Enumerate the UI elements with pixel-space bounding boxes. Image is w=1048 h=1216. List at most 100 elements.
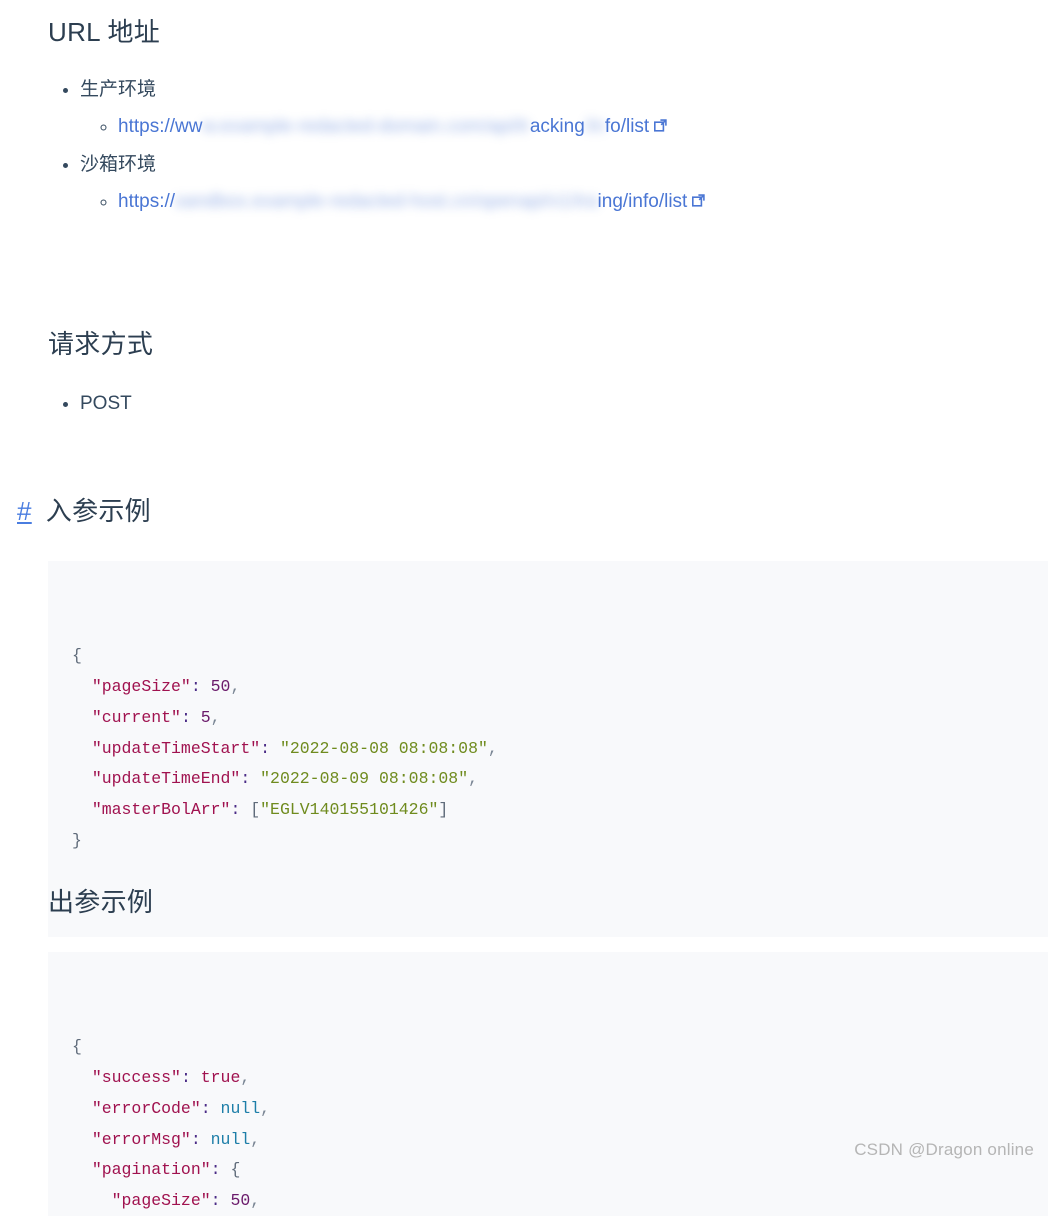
code-token: 50 xyxy=(230,1190,251,1210)
code-token: { xyxy=(72,646,82,666)
code-line: } xyxy=(72,826,1048,857)
code-token: "pagination" xyxy=(91,1160,211,1180)
code-token: null xyxy=(220,1098,261,1118)
code-token: "current" xyxy=(91,707,181,727)
code-token: "EGLV140155101426" xyxy=(260,799,439,819)
code-token: "updateTimeStart" xyxy=(91,738,261,758)
url-redacted-mid: api/v1/ xyxy=(519,191,576,212)
url-head: https:// xyxy=(118,190,176,212)
method-label: POST xyxy=(80,393,132,414)
section-heading-url: URL 地址 xyxy=(48,17,161,47)
code-token: } xyxy=(72,830,82,850)
list-item-production-env: 生产环境 https://www.example-redacted-domain… xyxy=(80,80,1008,137)
code-token: "errorCode" xyxy=(91,1098,201,1118)
list-item: https://www.example-redacted-domain.com/… xyxy=(118,115,1008,137)
code-token: : xyxy=(240,769,251,789)
code-token: , xyxy=(210,707,221,727)
code-token: "2022-08-09 08:08:08" xyxy=(260,769,469,789)
code-token: true xyxy=(200,1068,241,1088)
code-token: , xyxy=(468,769,478,789)
url-redacted-segment-2: tra xyxy=(575,191,598,212)
code-line: "success": true, xyxy=(72,1063,1048,1094)
response-example-code-block: { "success": true, "errorCode": null, "e… xyxy=(48,952,1048,1216)
code-token: "success" xyxy=(91,1068,181,1088)
code-token: , xyxy=(250,1190,261,1210)
production-url-list: https://www.example-redacted-domain.com/… xyxy=(80,115,1008,137)
request-json-code: { "pageSize": 50, "current": 5, "updateT… xyxy=(72,641,1048,856)
production-url-link[interactable]: https://www.example-redacted-domain.com/… xyxy=(118,115,667,137)
code-line: "updateTimeEnd": "2022-08-09 08:08:08", xyxy=(72,764,1048,795)
code-token: , xyxy=(260,1098,271,1118)
code-token: : xyxy=(180,707,191,727)
code-line: "errorCode": null, xyxy=(72,1094,1048,1125)
code-line: "current": 5, xyxy=(72,703,1048,734)
heading-text: 入参示例 xyxy=(45,496,151,526)
code-line: "masterBolArr": ["EGLV140155101426"] xyxy=(72,795,1048,826)
production-env-label: 生产环境 xyxy=(80,79,157,100)
response-json-code: { "success": true, "errorCode": null, "e… xyxy=(72,1032,1048,1216)
url-redacted-segment: sandbox.example-redacted-host.cn/open xyxy=(175,191,520,212)
url-tail: ing/info/list xyxy=(597,190,688,212)
code-line: "pagination": { xyxy=(72,1155,1048,1186)
list-item-method: POST xyxy=(80,394,648,414)
list-item: https://sandbox.example-redacted-host.cn… xyxy=(118,190,1008,212)
method-list-container: POST xyxy=(48,394,648,414)
code-token: 5 xyxy=(200,707,211,727)
code-token: : xyxy=(260,738,271,758)
section-heading-request-example: # 入参示例 xyxy=(17,495,151,529)
section-heading-request-method: 请求方式 xyxy=(48,329,154,359)
code-token: , xyxy=(487,738,498,758)
url-mid: acking xyxy=(529,115,585,137)
code-token: { xyxy=(230,1160,241,1180)
url-redacted-segment: w.example-redacted-domain.com/api/tr xyxy=(202,116,530,137)
section-heading-response-example: 出参示例 xyxy=(48,887,154,917)
url-redacted-segment-2: /in xyxy=(584,116,605,137)
code-token: : xyxy=(210,1190,221,1210)
code-token: : xyxy=(210,1160,221,1180)
external-link-icon xyxy=(692,194,706,207)
request-example-code-block: { "pageSize": 50, "current": 5, "updateT… xyxy=(48,561,1048,937)
external-link-icon xyxy=(654,119,667,132)
sandbox-url-list: https://sandbox.example-redacted-host.cn… xyxy=(80,190,1008,212)
code-token: : xyxy=(180,1068,191,1088)
heading-anchor-link[interactable]: # xyxy=(17,496,32,526)
code-token: null xyxy=(210,1129,251,1149)
code-token: ] xyxy=(438,799,449,819)
code-token: "2022-08-08 08:08:08" xyxy=(279,738,488,758)
url-list-container: 生产环境 https://www.example-redacted-domain… xyxy=(48,80,1008,212)
code-token: [ xyxy=(250,799,261,819)
url-tail: fo/list xyxy=(604,115,650,137)
sandbox-url-link[interactable]: https://sandbox.example-redacted-host.cn… xyxy=(118,190,706,212)
code-token: "masterBolArr" xyxy=(91,799,231,819)
code-token: "errorMsg" xyxy=(91,1129,191,1149)
code-line: { xyxy=(72,641,1048,672)
url-env-list: 生产环境 https://www.example-redacted-domain… xyxy=(48,80,1008,212)
code-line: { xyxy=(72,1032,1048,1063)
code-token: : xyxy=(200,1098,211,1118)
code-token: , xyxy=(240,1068,251,1088)
code-token: "pageSize" xyxy=(91,677,191,697)
code-token: "updateTimeEnd" xyxy=(91,769,241,789)
sandbox-env-label: 沙箱环境 xyxy=(80,153,157,175)
code-token: , xyxy=(250,1129,261,1149)
document-page: URL 地址 生产环境 https://www.example-redacted… xyxy=(0,0,1048,1216)
